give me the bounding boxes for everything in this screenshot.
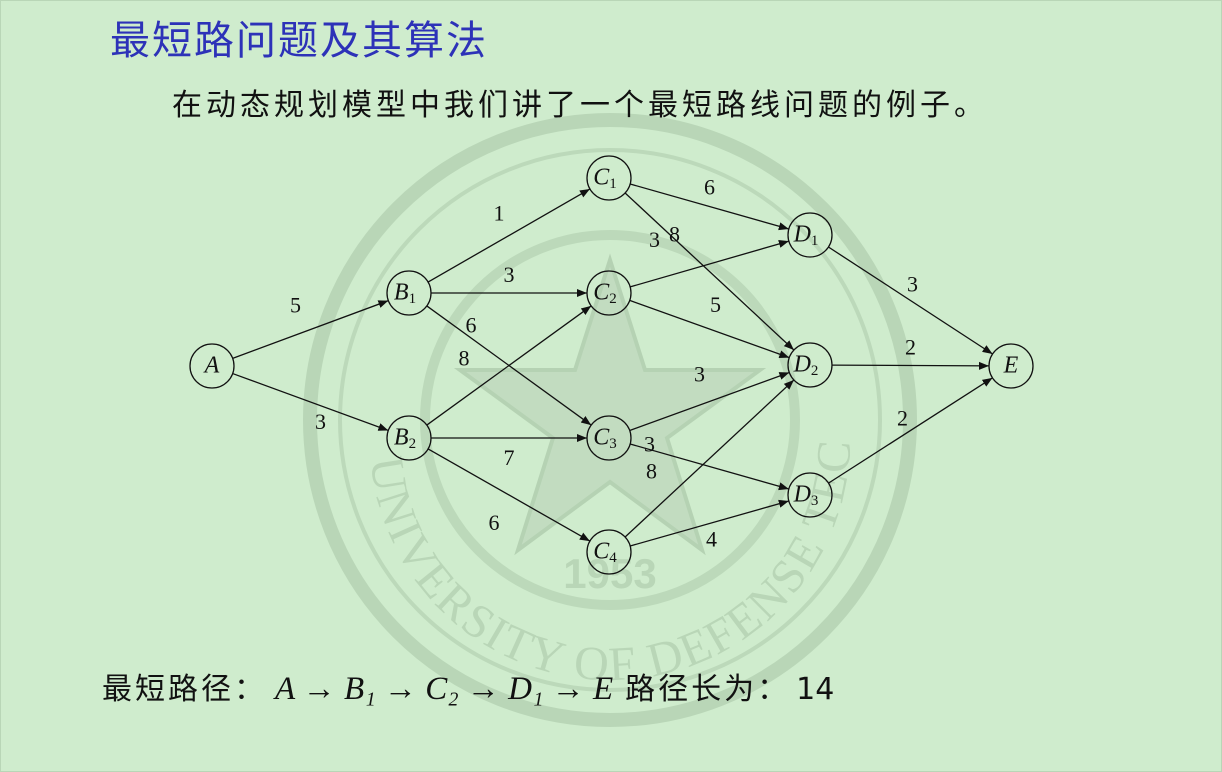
edge-C3-D2 — [629, 371, 790, 432]
node-D2: D2 — [787, 342, 833, 388]
result-line: 最短路径： A → B₁ → C₂ → D₁ → E 路径长为： 14 — [102, 664, 834, 708]
edge-weight-D1-E: 3 — [907, 272, 918, 297]
edge-weight-C4-D2: 8 — [646, 459, 657, 484]
edge-A-B1 — [232, 300, 389, 359]
result-label: 最短路径： — [102, 672, 267, 707]
edge-weight-C3-D3: 3 — [644, 432, 655, 457]
node-C3: C3 — [586, 415, 632, 461]
node-label-C2: C2 — [593, 280, 617, 308]
result-length-label: 路径长为： — [625, 672, 791, 707]
node-label-C4: C4 — [593, 539, 617, 567]
edge-weight-B2-C2: 8 — [459, 346, 470, 371]
node-label-C1: C1 — [593, 165, 617, 193]
node-C4: C4 — [586, 529, 632, 575]
result-length: 14 — [796, 672, 835, 707]
edges-layer: 5313687668353384322 — [232, 175, 993, 552]
node-label-C3: C3 — [593, 425, 617, 453]
edge-weight-C2-D2: 5 — [710, 292, 721, 317]
edge-weight-B1-C2: 3 — [504, 262, 515, 287]
edge-A-B2 — [232, 372, 389, 432]
edge-weight-B1-C1: 1 — [494, 201, 505, 226]
node-B1: B1 — [386, 270, 432, 316]
node-B2: B2 — [386, 415, 432, 461]
node-label-A: A — [203, 353, 220, 379]
node-label-B1: B1 — [394, 280, 416, 308]
node-A: A — [189, 343, 235, 389]
edge-C1-D2 — [624, 192, 795, 351]
edge-weight-B1-C3: 6 — [466, 313, 477, 338]
node-label-D3: D3 — [793, 482, 819, 510]
edge-weight-A-B1: 5 — [290, 293, 301, 318]
edge-weight-C3-D2: 3 — [694, 362, 705, 387]
edge-weight-C1-D2: 8 — [669, 222, 680, 247]
node-D1: D1 — [787, 212, 833, 258]
result-path: A → B₁ → C₂ → D₁ → E — [275, 671, 614, 707]
node-D3: D3 — [787, 472, 833, 518]
edge-weight-C2-D1: 3 — [649, 227, 660, 252]
edge-D2-E — [831, 361, 990, 370]
edge-weight-A-B2: 3 — [315, 409, 326, 434]
edge-weight-B2-C3: 7 — [504, 445, 515, 470]
node-label-D1: D1 — [793, 222, 819, 250]
edge-weight-D3-E: 2 — [897, 406, 908, 431]
node-E: E — [988, 343, 1034, 389]
edge-D3-E — [828, 377, 993, 484]
node-label-B2: B2 — [394, 425, 416, 453]
edge-weight-D2-E: 2 — [905, 335, 916, 360]
edge-weight-B2-C4: 6 — [489, 510, 500, 535]
edge-weight-C4-D3: 4 — [706, 527, 717, 552]
node-label-E: E — [1003, 353, 1019, 379]
node-C1: C1 — [586, 155, 632, 201]
edge-weight-C1-D1: 6 — [704, 175, 715, 200]
node-label-D2: D2 — [793, 352, 819, 380]
shortest-path-graph: 5313687668353384322 AB1B2C1C2C3C4D1D2D3E — [189, 155, 1034, 575]
node-C2: C2 — [586, 270, 632, 316]
